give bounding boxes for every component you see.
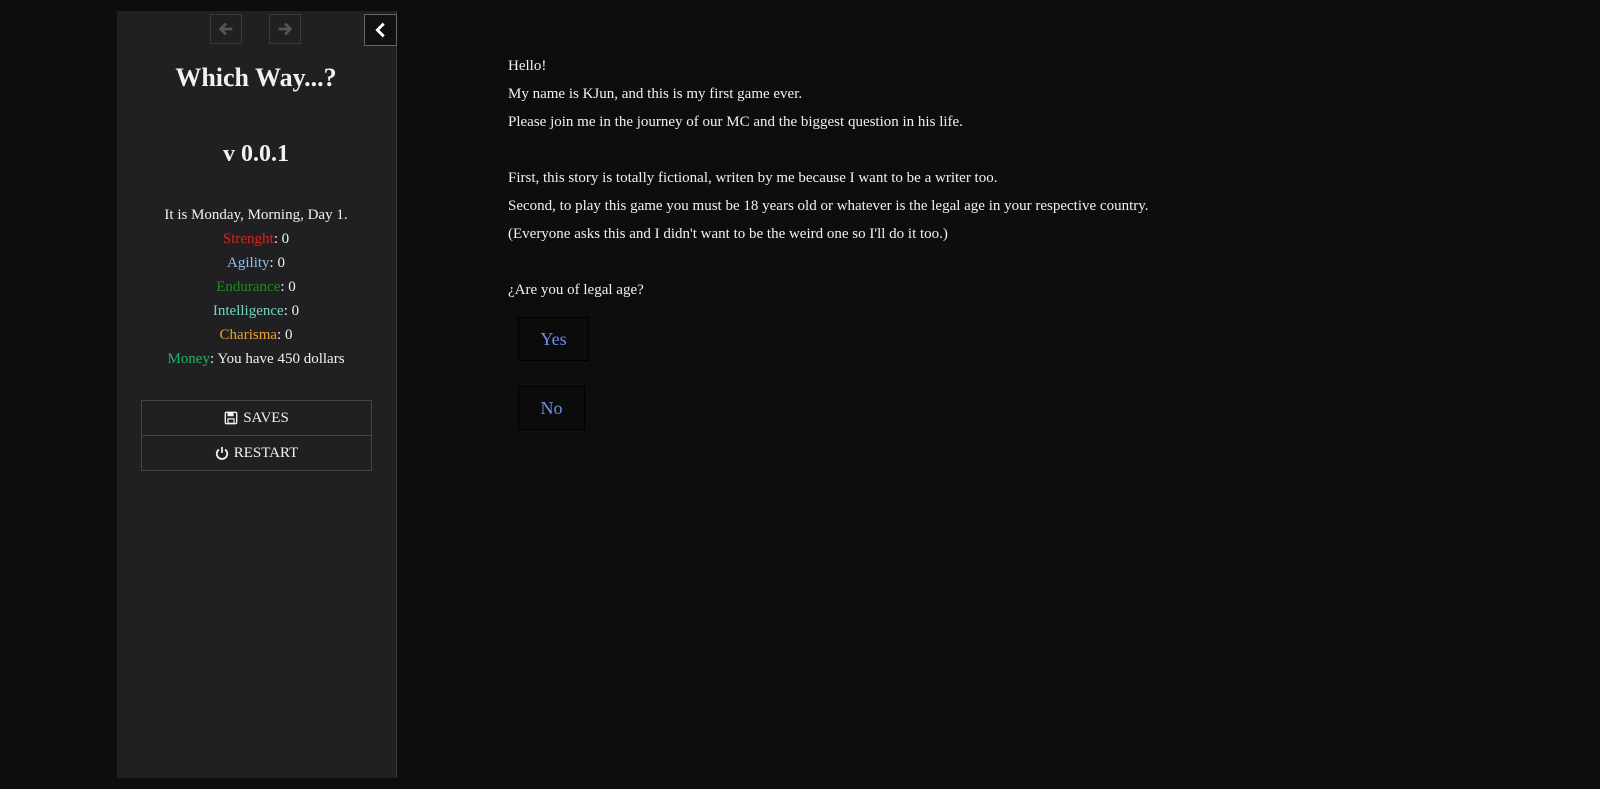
- passage-line: (Everyone asks this and I didn't want to…: [508, 226, 948, 242]
- passage-line: My name is KJun, and this is my first ga…: [508, 86, 803, 102]
- passage-line: [508, 248, 1508, 276]
- story-menu: SAVES RESTART: [141, 400, 372, 471]
- stat-label: Strenght: [222, 231, 274, 247]
- stat-value: : 0: [273, 231, 290, 247]
- stat-label: Money: [167, 351, 210, 367]
- time-status: It is Monday, Morning, Day 1.: [164, 207, 348, 223]
- floppy-disk-icon: [224, 411, 238, 425]
- stat-agility: Agility: 0: [117, 251, 395, 275]
- story-passage: Hello! My name is KJun, and this is my f…: [508, 52, 1508, 304]
- stat-label: Intelligence: [212, 303, 284, 319]
- stat-endurance: Endurance: 0: [117, 275, 395, 299]
- stat-label: Charisma: [219, 327, 278, 343]
- restart-button[interactable]: RESTART: [142, 435, 371, 470]
- history-back-button[interactable]: [210, 14, 242, 44]
- passage-line: Please join me in the journey of our MC …: [508, 114, 963, 130]
- stat-charisma: Charisma: 0: [117, 323, 395, 347]
- passage-line: First, this story is totally fictional, …: [508, 170, 998, 186]
- stats-panel: It is Monday, Morning, Day 1. Strenght: …: [117, 203, 395, 371]
- sidebar-toggle-button[interactable]: [364, 14, 397, 46]
- choice-yes-link[interactable]: Yes: [518, 317, 589, 361]
- stat-value: : 0: [283, 303, 300, 319]
- passage-line: Second, to play this game you must be 18…: [508, 198, 1149, 214]
- saves-label: SAVES: [243, 409, 289, 426]
- legal-age-question: ¿Are you of legal age?: [508, 282, 644, 298]
- passage-line: [508, 136, 1508, 164]
- story-title: Which Way...?: [175, 63, 337, 92]
- arrow-left-icon: [218, 22, 233, 36]
- power-icon: [215, 446, 228, 460]
- stat-value: : You have 450 dollars: [209, 351, 345, 367]
- stat-strength: Strenght: 0: [117, 227, 395, 251]
- story-sidebar: Which Way...? v 0.0.1 It is Monday, Morn…: [117, 11, 397, 778]
- stat-intelligence: Intelligence: 0: [117, 299, 395, 323]
- stat-value: : 0: [280, 279, 296, 295]
- history-forward-button[interactable]: [269, 14, 301, 44]
- restart-label: RESTART: [233, 444, 299, 461]
- story-version: v 0.0.1: [223, 141, 289, 167]
- arrow-right-icon: [278, 22, 293, 36]
- chevron-left-icon: [374, 22, 385, 38]
- stat-label: Agility: [227, 255, 270, 271]
- choice-no-link[interactable]: No: [518, 386, 585, 430]
- stat-value: : 0: [277, 327, 293, 343]
- stat-label: Endurance: [216, 279, 281, 295]
- saves-button[interactable]: SAVES: [142, 401, 371, 435]
- passage-line: Hello!: [508, 58, 547, 74]
- stat-money: Money: You have 450 dollars: [117, 347, 395, 371]
- stat-value: : 0: [269, 255, 285, 271]
